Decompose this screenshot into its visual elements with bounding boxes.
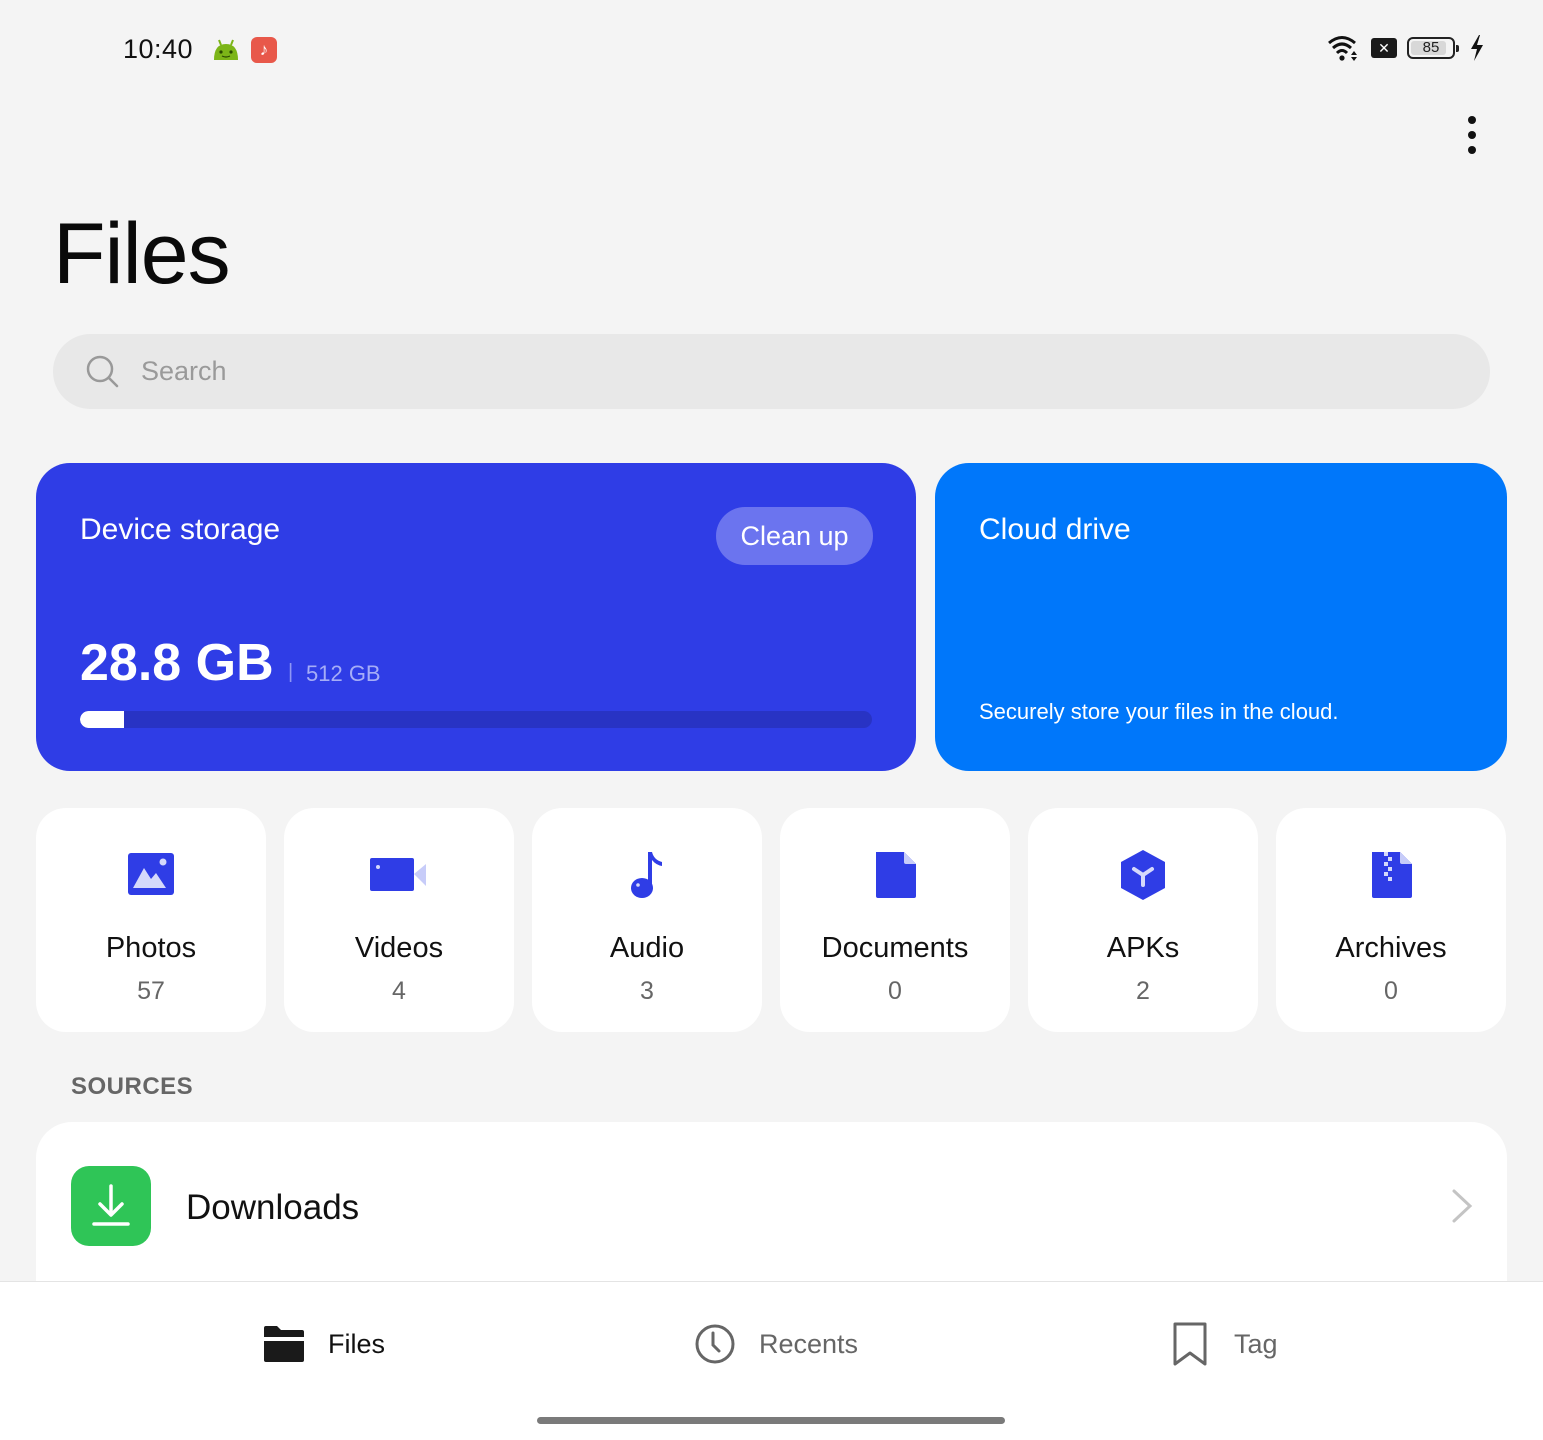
storage-separator: |: [288, 661, 294, 683]
tab-label: Files: [328, 1328, 386, 1359]
no-sim-icon: ✕: [1371, 38, 1397, 58]
folder-icon: [264, 1326, 304, 1362]
cloud-drive-card[interactable]: Cloud drive Securely store your files in…: [935, 463, 1507, 771]
document-icon: [876, 852, 916, 898]
page-title: Files: [53, 206, 231, 302]
sources-list: Downloads: [36, 1122, 1507, 1302]
category-documents[interactable]: Documents 0: [780, 808, 1010, 1032]
charging-bolt-icon: [1471, 35, 1483, 61]
storage-used: 28.8 GB: [80, 634, 274, 692]
cloud-subtitle: Securely store your files in the cloud.: [979, 699, 1339, 724]
category-videos[interactable]: Videos 4: [284, 808, 514, 1032]
category-apks[interactable]: APKs 2: [1028, 808, 1258, 1032]
category-count: 2: [1136, 977, 1150, 1005]
category-count: 57: [137, 977, 165, 1005]
source-label: Downloads: [186, 1188, 360, 1227]
cloud-title: Cloud drive: [979, 513, 1131, 546]
photo-icon: [128, 853, 174, 895]
storage-total: 512 GB: [306, 661, 381, 686]
category-count: 0: [1384, 977, 1398, 1005]
clock-icon: [695, 1324, 735, 1364]
search-bar[interactable]: [53, 334, 1490, 409]
sources-heading: SOURCES: [71, 1073, 194, 1100]
status-bar: 10:40 ♪ ✕ 85: [0, 0, 1543, 100]
apk-icon: [1121, 850, 1165, 900]
bookmark-icon: [1173, 1322, 1207, 1366]
category-label: Documents: [821, 932, 969, 964]
chevron-right-icon: [1452, 1189, 1473, 1223]
category-photos[interactable]: Photos 57: [36, 808, 266, 1032]
category-grid: Photos 57 Videos 4 Audio 3 Documents 0 A…: [36, 808, 1507, 1032]
tab-tag[interactable]: Tag: [1168, 1320, 1278, 1368]
category-audio[interactable]: Audio 3: [532, 808, 762, 1032]
tab-label: Recents: [759, 1328, 859, 1359]
android-icon: [214, 39, 238, 60]
video-icon: [370, 858, 426, 891]
status-icons: ✕ 85: [1327, 34, 1485, 62]
status-time: 10:40: [123, 34, 194, 64]
category-label: Photos: [105, 932, 197, 964]
tab-files[interactable]: Files: [262, 1320, 385, 1368]
download-icon: [71, 1166, 151, 1246]
storage-title: Device storage: [80, 513, 281, 546]
storage-progress-bar: [80, 711, 872, 728]
storage-progress-fill: [80, 711, 125, 728]
more-vert-icon[interactable]: [1456, 112, 1488, 158]
category-archives[interactable]: Archives 0: [1276, 808, 1506, 1032]
music-icon: ♪: [251, 37, 277, 63]
tab-recents[interactable]: Recents: [693, 1320, 858, 1368]
music-note-icon: [631, 852, 662, 898]
source-downloads[interactable]: Downloads: [36, 1122, 1507, 1292]
search-icon: [86, 355, 119, 387]
wifi-icon: [1328, 36, 1357, 61]
category-label: Audio: [609, 932, 685, 964]
device-storage-card[interactable]: Device storage Clean up 28.8 GB | 512 GB: [36, 463, 916, 771]
battery-icon: 85: [1407, 37, 1459, 59]
category-label: Videos: [354, 932, 444, 964]
archive-icon: [1372, 852, 1412, 898]
battery-level: 85: [1422, 39, 1440, 56]
category-count: 3: [640, 977, 654, 1005]
category-count: 0: [888, 977, 902, 1005]
home-indicator[interactable]: [537, 1417, 1005, 1424]
category-label: Archives: [1335, 932, 1447, 964]
category-label: APKs: [1106, 932, 1180, 964]
tab-label: Tag: [1234, 1328, 1278, 1359]
clean-up-button[interactable]: Clean up: [716, 507, 873, 565]
category-count: 4: [392, 977, 406, 1005]
search-input[interactable]: [141, 356, 1441, 387]
